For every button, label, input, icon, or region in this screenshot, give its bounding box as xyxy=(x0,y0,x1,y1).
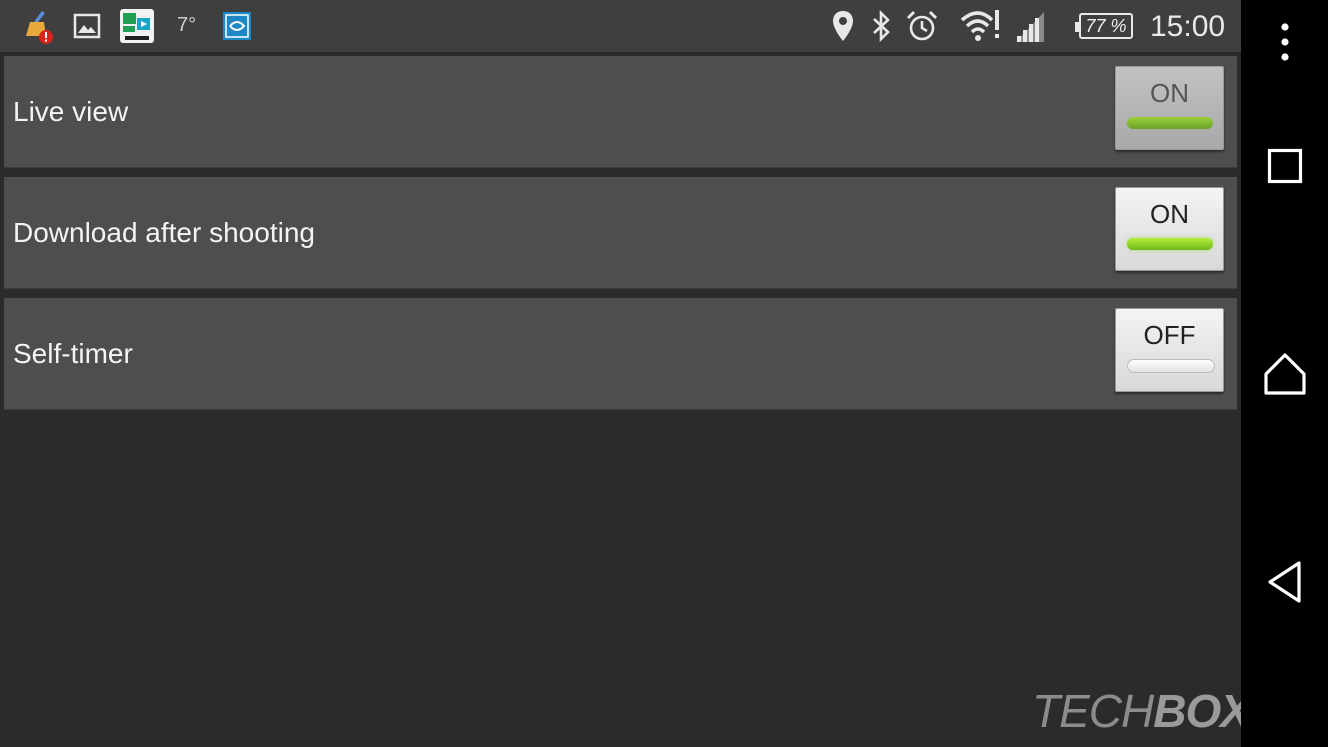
gallery-icon[interactable] xyxy=(72,8,102,44)
toggle-state-text: OFF xyxy=(1143,320,1196,350)
bluetooth-icon xyxy=(868,8,894,44)
cleaner-alert-icon[interactable] xyxy=(20,8,58,44)
watermark-text-bold: BOX xyxy=(1153,685,1251,737)
clock-text: 15:00 xyxy=(1150,10,1226,43)
watermark-logo: TECHBOX xyxy=(1032,684,1251,737)
battery-percent-text: 77 % xyxy=(1085,16,1127,36)
nikon-app-icon[interactable] xyxy=(118,8,156,44)
toggle-indicator xyxy=(1127,359,1215,373)
toggle-indicator xyxy=(1127,238,1213,250)
setting-label: Download after shooting xyxy=(13,217,315,248)
alarm-icon xyxy=(904,8,940,44)
live-view-toggle[interactable]: ON xyxy=(1115,66,1224,150)
location-icon xyxy=(830,8,856,44)
nfc-app-icon[interactable] xyxy=(220,8,254,44)
self-timer-toggle[interactable]: OFF xyxy=(1115,308,1224,392)
recents-icon[interactable] xyxy=(1241,140,1328,192)
navigation-bar xyxy=(1241,0,1328,747)
setting-row-self-timer: Self-timer OFF xyxy=(4,298,1237,410)
home-icon[interactable] xyxy=(1241,348,1328,400)
toggle-state-text: ON xyxy=(1150,199,1189,229)
setting-label: Self-timer xyxy=(13,338,133,369)
setting-row-live-view: Live view ON xyxy=(4,56,1237,168)
status-bar: 7° 77 % 15:00 xyxy=(0,0,1241,54)
toggle-indicator xyxy=(1127,117,1213,129)
temperature-text: 7° xyxy=(177,14,197,36)
cell-signal-icon xyxy=(1012,8,1048,44)
battery-icon: 77 % xyxy=(1075,8,1136,44)
wifi-alert-icon xyxy=(960,8,1002,44)
toggle-state-text: ON xyxy=(1150,78,1189,108)
settings-list: Live view ON Download after shooting ON … xyxy=(4,56,1237,419)
setting-row-download-after-shooting: Download after shooting ON xyxy=(4,177,1237,289)
watermark-text-light: TECH xyxy=(1032,685,1154,737)
download-after-shooting-toggle[interactable]: ON xyxy=(1115,187,1224,271)
more-options-icon[interactable] xyxy=(1241,18,1328,66)
setting-label: Live view xyxy=(13,96,129,127)
back-icon[interactable] xyxy=(1241,556,1328,608)
